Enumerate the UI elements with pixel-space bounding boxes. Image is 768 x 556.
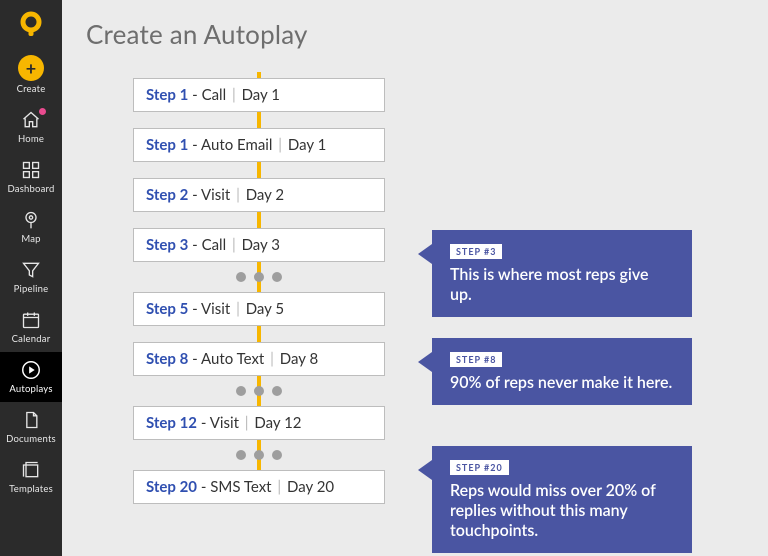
sidebar-item-calendar[interactable]: Calendar: [0, 302, 62, 352]
step-action: Call: [202, 86, 227, 104]
callout-tag: STEP #8: [450, 352, 502, 367]
app-root: + Create Home Dashboard Map: [0, 0, 768, 556]
callout-card: STEP #20 Reps would miss over 20% of rep…: [432, 446, 692, 553]
content-column: Create an Autoplay Step 1 - Call | Day 1…: [62, 0, 432, 556]
step-card[interactable]: Step 3 - Call | Day 3: [133, 228, 385, 262]
ellipsis-gap-icon: [86, 272, 432, 282]
autoplay-icon: [20, 359, 42, 381]
sidebar-item-label: Dashboard: [7, 184, 54, 195]
step-card[interactable]: Step 8 - Auto Text | Day 8: [133, 342, 385, 376]
callout-body: This is where most reps give up.: [450, 265, 674, 305]
ellipsis-gap-icon: [86, 386, 432, 396]
sidebar: + Create Home Dashboard Map: [0, 0, 62, 556]
step-action: Visit: [201, 186, 230, 204]
step-number: Step 12: [146, 414, 197, 432]
grid-icon: [20, 159, 42, 181]
sidebar-item-home[interactable]: Home: [0, 102, 62, 152]
step-card[interactable]: Step 20 - SMS Text | Day 20: [133, 470, 385, 504]
sidebar-item-pipeline[interactable]: Pipeline: [0, 252, 62, 302]
step-number: Step 5: [146, 300, 188, 318]
step-day: Day 1: [288, 136, 326, 154]
step-number: Step 1: [146, 136, 188, 154]
steps-timeline: Step 1 - Call | Day 1 Step 1 - Auto Emai…: [86, 72, 432, 504]
callout-card: STEP #3 This is where most reps give up.: [432, 230, 692, 317]
step-action: Auto Email: [201, 136, 272, 154]
step-day: Day 2: [246, 186, 284, 204]
step-day: Day 12: [254, 414, 301, 432]
sidebar-item-documents[interactable]: Documents: [0, 402, 62, 452]
callout-column: STEP #3 This is where most reps give up.…: [432, 0, 768, 556]
sidebar-item-label: Map: [21, 234, 40, 245]
step-action: Visit: [201, 300, 230, 318]
step-action: Auto Text: [201, 350, 264, 368]
sidebar-item-label: Templates: [9, 484, 53, 495]
sidebar-item-label: Documents: [6, 434, 56, 445]
callout-tag: STEP #20: [450, 460, 509, 475]
step-day: Day 1: [242, 86, 280, 104]
step-action: SMS Text: [210, 478, 271, 496]
sidebar-item-autoplays[interactable]: Autoplays: [0, 352, 62, 402]
sidebar-item-templates[interactable]: Templates: [0, 452, 62, 502]
step-card[interactable]: Step 1 - Auto Email | Day 1: [133, 128, 385, 162]
sidebar-item-label: Pipeline: [14, 284, 49, 295]
step-number: Step 3: [146, 236, 188, 254]
pin-icon: [20, 209, 42, 231]
funnel-icon: [20, 259, 42, 281]
templates-icon: [20, 459, 42, 481]
step-day: Day 8: [280, 350, 318, 368]
step-card[interactable]: Step 12 - Visit | Day 12: [133, 406, 385, 440]
ellipsis-gap-icon: [86, 450, 432, 460]
notification-dot-icon: [39, 108, 46, 115]
main-area: Create an Autoplay Step 1 - Call | Day 1…: [62, 0, 768, 556]
sidebar-item-label: Autoplays: [9, 384, 52, 395]
sidebar-item-create[interactable]: + Create: [0, 48, 62, 102]
callout-card: STEP #8 90% of reps never make it here.: [432, 338, 692, 405]
step-day: Day 3: [242, 236, 280, 254]
step-number: Step 2: [146, 186, 188, 204]
brand-logo-icon: [17, 10, 45, 38]
page-title: Create an Autoplay: [86, 18, 432, 50]
sidebar-item-label: Create: [17, 84, 46, 95]
step-day: Day 5: [246, 300, 284, 318]
sidebar-item-label: Calendar: [12, 334, 51, 345]
sidebar-item-map[interactable]: Map: [0, 202, 62, 252]
step-number: Step 20: [146, 478, 197, 496]
document-icon: [20, 409, 42, 431]
step-day: Day 20: [287, 478, 334, 496]
callout-body: 90% of reps never make it here.: [450, 373, 674, 393]
plus-circle-icon: +: [18, 55, 44, 81]
callout-tag: STEP #3: [450, 244, 502, 259]
step-card[interactable]: Step 2 - Visit | Day 2: [133, 178, 385, 212]
callout-body: Reps would miss over 20% of replies with…: [450, 481, 674, 541]
step-card[interactable]: Step 5 - Visit | Day 5: [133, 292, 385, 326]
step-action: Call: [202, 236, 227, 254]
calendar-icon: [20, 309, 42, 331]
step-action: Visit: [210, 414, 239, 432]
sidebar-item-dashboard[interactable]: Dashboard: [0, 152, 62, 202]
sidebar-item-label: Home: [18, 134, 44, 145]
step-number: Step 8: [146, 350, 188, 368]
step-number: Step 1: [146, 86, 188, 104]
step-card[interactable]: Step 1 - Call | Day 1: [133, 78, 385, 112]
